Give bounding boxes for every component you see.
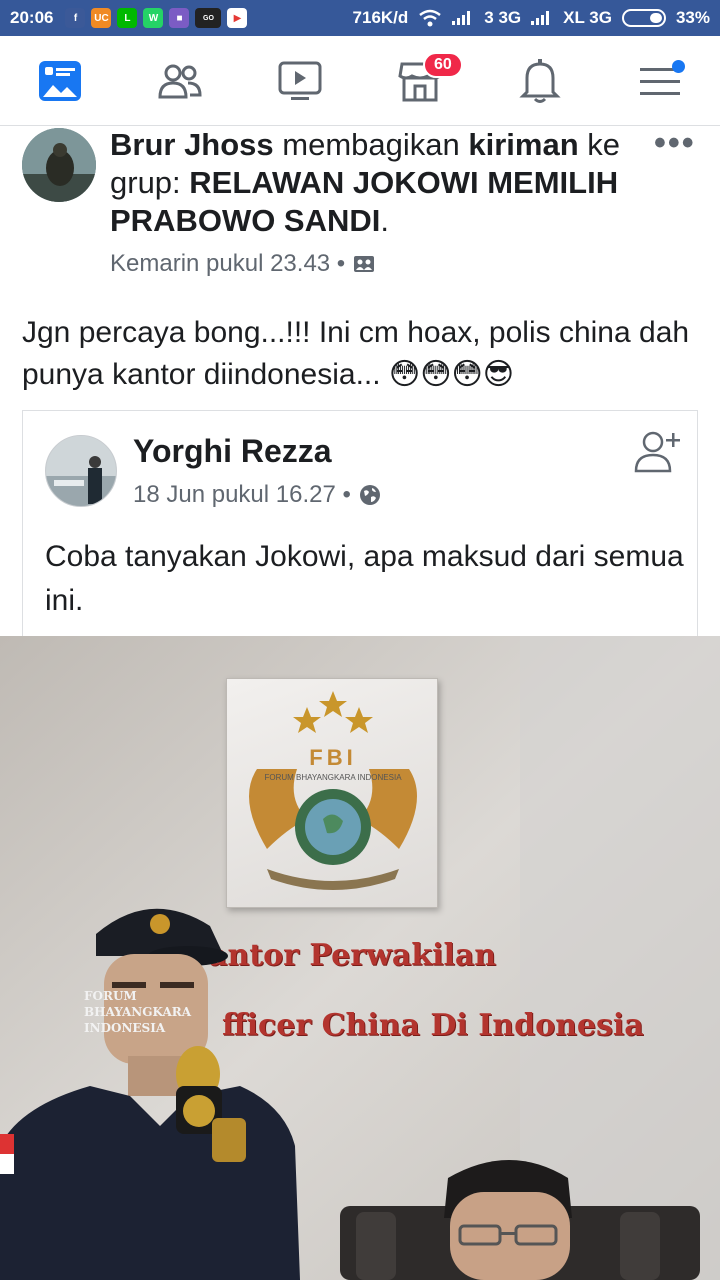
seated-man-image: [340, 1160, 700, 1280]
watch-icon: [278, 61, 322, 100]
wifi-icon: [419, 9, 442, 27]
avatar-image: [46, 436, 116, 506]
shared-post-timestamp[interactable]: 18 Jun pukul 16.27 •: [133, 481, 351, 509]
status-bar: 20:06 f UC L W ■ GO ▶ 716K/d 3 3G XL 3G …: [0, 0, 720, 36]
news-feed-icon: [39, 60, 81, 101]
carrier-2: XL 3G: [563, 8, 612, 27]
whatsapp-icon: W: [143, 8, 164, 28]
seated-man-figure: [340, 1156, 700, 1280]
carrier-1: 3 3G: [484, 8, 522, 27]
officer-image: [0, 908, 300, 1280]
shirt-text: FORUM BHAYANGKARA INDONESIA: [84, 989, 192, 1035]
status-app-icons: f UC L W ■ GO ▶: [65, 8, 248, 28]
add-friend-button[interactable]: [633, 429, 683, 480]
marketplace-badge: 60: [423, 51, 463, 78]
network-speed: 716K/d: [352, 8, 409, 27]
officer-figure: FORUM BHAYANGKARA INDONESIA: [0, 896, 300, 1280]
battery-icon: [621, 9, 666, 27]
facebook-icon: f: [65, 8, 86, 28]
post-object-link[interactable]: kiriman: [468, 127, 578, 162]
header-period: .: [380, 203, 390, 238]
action-text: membagikan: [273, 127, 469, 162]
signal-icon: [531, 11, 553, 25]
post-timestamp[interactable]: Kemarin pukul 23.43 •: [110, 250, 345, 278]
add-friend-icon: [634, 431, 680, 473]
plaque-emblem: [249, 691, 417, 890]
author-avatar[interactable]: [22, 128, 96, 202]
nav-friends[interactable]: [145, 46, 215, 116]
shared-post-photo[interactable]: FBI FORUM BHAYANGKARA INDONESIA antor Pe…: [0, 636, 720, 1280]
group-audience-icon: [354, 256, 375, 272]
app-icon: ■: [169, 8, 190, 28]
fbi-plaque: FBI FORUM BHAYANGKARA INDONESIA: [226, 678, 438, 908]
shared-post-body: Coba tanyakan Jokowi, apa maksud dari se…: [45, 540, 684, 617]
nav-news-feed[interactable]: [25, 46, 95, 116]
signal-icon: [452, 11, 474, 25]
nav-notifications[interactable]: [505, 46, 575, 116]
uc-browser-icon: UC: [91, 8, 112, 28]
notifications-icon: [519, 58, 561, 103]
line-icon: L: [117, 8, 138, 28]
nav-watch[interactable]: [265, 46, 335, 116]
status-time: 20:06: [10, 8, 54, 27]
gojek-icon: GO: [195, 8, 222, 28]
shared-author-avatar[interactable]: [45, 435, 117, 507]
post-meta: Kemarin pukul 23.43 •: [110, 250, 375, 278]
more-options-button[interactable]: •••: [654, 124, 696, 163]
post-body: Jgn percaya bong...!!! Ini cm hoax, poli…: [22, 316, 690, 391]
author-name[interactable]: Brur Jhoss: [110, 127, 274, 162]
globe-icon: [359, 485, 380, 505]
plaque-subtitle: FORUM BHAYANGKARA INDONESIA: [264, 773, 402, 782]
menu-notification-dot: [672, 59, 685, 73]
plaque-title: FBI: [309, 745, 357, 770]
top-navigation: 60: [0, 36, 720, 126]
play-store-icon: ▶: [227, 8, 248, 28]
shared-author-name[interactable]: Yorghi Rezza: [133, 433, 332, 470]
shared-post-meta: 18 Jun pukul 16.27 •: [133, 481, 381, 509]
post-header-text: Brur Jhoss membagikan kiriman ke grup: R…: [110, 126, 630, 240]
nav-marketplace[interactable]: 60: [385, 46, 463, 116]
battery-percent: 33%: [675, 8, 710, 27]
nav-menu[interactable]: [625, 46, 695, 116]
friends-icon: [158, 64, 202, 98]
shared-post-card[interactable]: Yorghi Rezza 18 Jun pukul 16.27 • Coba t…: [22, 410, 698, 636]
avatar-image: [22, 128, 96, 202]
